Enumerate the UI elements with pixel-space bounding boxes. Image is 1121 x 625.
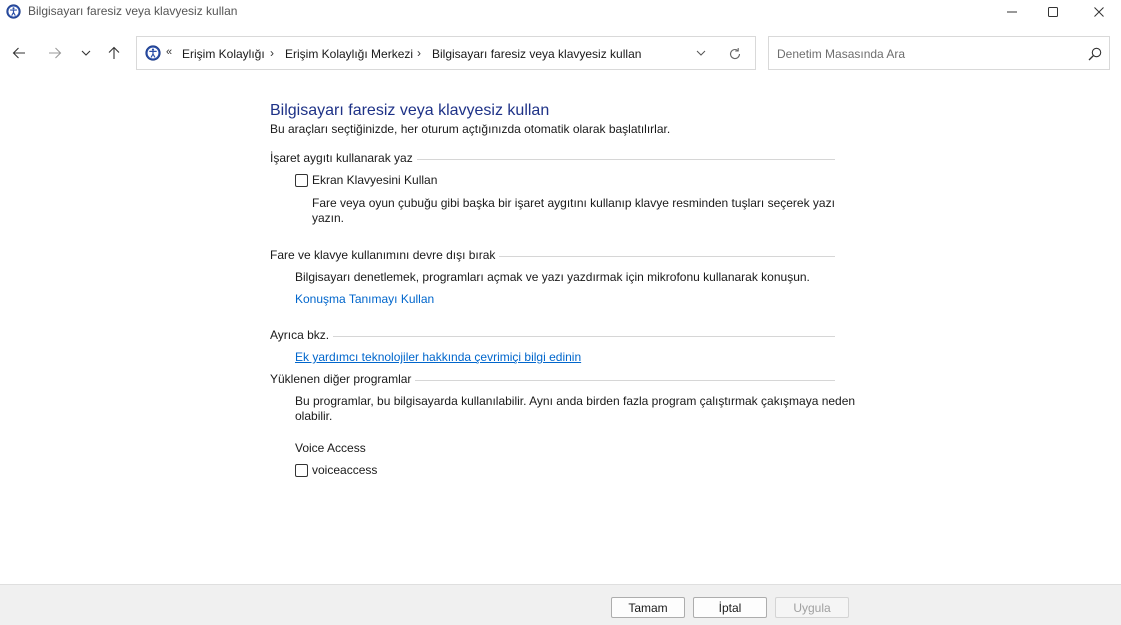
section-disable-heading: Fare ve klavye kullanımını devre dışı bı… [270,247,835,263]
dialog-footer: Tamam İptal Uygula [0,584,1121,625]
breadcrumb-current-page[interactable]: Bilgisayarı faresiz veya klavyesiz kulla… [432,47,641,61]
section-heading-text: Ayrıca bkz. [270,328,330,342]
maximize-button[interactable] [1030,0,1076,24]
search-icon[interactable] [1087,46,1103,62]
maximize-icon [1048,7,1058,17]
breadcrumb-ease-of-access-center[interactable]: Erişim Kolaylığı Merkezi [285,47,413,61]
section-see-also-heading: Ayrıca bkz. [270,327,835,343]
recent-locations-button[interactable] [75,42,97,64]
breadcrumb-ease-of-access[interactable]: Erişim Kolaylığı [182,47,265,61]
apply-button: Uygula [775,597,849,618]
back-button[interactable] [8,42,30,64]
refresh-icon [729,48,741,60]
voiceaccess-option[interactable]: voiceaccess [295,462,377,478]
search-input[interactable] [777,45,1077,63]
on-screen-keyboard-label[interactable]: Ekran Klavyesini Kullan [312,173,437,187]
address-bar[interactable]: « Erişim Kolaylığı › Erişim Kolaylığı Me… [136,36,756,70]
minimize-icon [1007,11,1017,13]
title-bar: Bilgisayarı faresiz veya klavyesiz kulla… [0,0,1121,24]
other-programs-description: Bu programlar, bu bilgisayarda kullanıla… [295,394,856,423]
window-title: Bilgisayarı faresiz veya klavyesiz kulla… [28,4,238,18]
section-heading-text: İşaret aygıtı kullanarak yaz [270,151,413,165]
speech-recognition-link[interactable]: Konuşma Tanımayı Kullan [295,292,434,306]
close-button[interactable] [1076,0,1121,24]
on-screen-keyboard-option[interactable]: Ekran Klavyesini Kullan [295,172,437,188]
section-heading-text: Fare ve klavye kullanımını devre dışı bı… [270,248,496,262]
refresh-button[interactable] [726,45,744,63]
section-heading-text: Yüklenen diğer programlar [270,372,412,386]
assistive-tech-info-link[interactable]: Ek yardımcı teknolojiler hakkında çevrim… [295,350,581,364]
program-group-label: Voice Access [295,441,366,455]
divider [416,158,835,160]
address-dropdown-button[interactable] [693,45,709,61]
divider [415,379,835,381]
ok-button[interactable]: Tamam [611,597,685,618]
breadcrumb-separator[interactable]: › [417,46,421,60]
page-title: Bilgisayarı faresiz veya klavyesiz kulla… [270,102,550,119]
up-button[interactable] [103,42,125,64]
main-content: Bilgisayarı faresiz veya klavyesiz kulla… [0,72,1121,584]
forward-button[interactable] [44,42,66,64]
divider [499,255,835,257]
divider [333,335,835,337]
breadcrumb-overflow[interactable]: « [166,46,172,58]
search-box[interactable] [768,36,1110,70]
voiceaccess-label[interactable]: voiceaccess [312,463,377,477]
close-icon [1094,7,1104,17]
breadcrumb-separator[interactable]: › [270,46,274,60]
page-subtitle: Bu araçları seçtiğinizde, her oturum açt… [270,122,671,136]
navigation-bar: « Erişim Kolaylığı › Erişim Kolaylığı Me… [0,34,1121,72]
arrow-left-icon [12,47,25,59]
voiceaccess-checkbox[interactable] [295,463,308,477]
chevron-down-icon [81,50,91,56]
minimize-button[interactable] [989,0,1035,24]
chevron-down-icon [696,50,706,56]
on-screen-keyboard-checkbox[interactable] [295,173,308,187]
cancel-button[interactable]: İptal [693,597,767,618]
arrow-right-icon [49,47,62,59]
section-pointing-heading: İşaret aygıtı kullanarak yaz [270,150,835,166]
ease-of-access-icon [6,4,21,19]
ease-of-access-icon [145,45,161,61]
section-other-programs-heading: Yüklenen diğer programlar [270,371,835,387]
speech-description: Bilgisayarı denetlemek, programları açma… [295,270,810,284]
arrow-up-icon [108,46,120,59]
on-screen-keyboard-description: Fare veya oyun çubuğu gibi başka bir işa… [312,196,835,225]
